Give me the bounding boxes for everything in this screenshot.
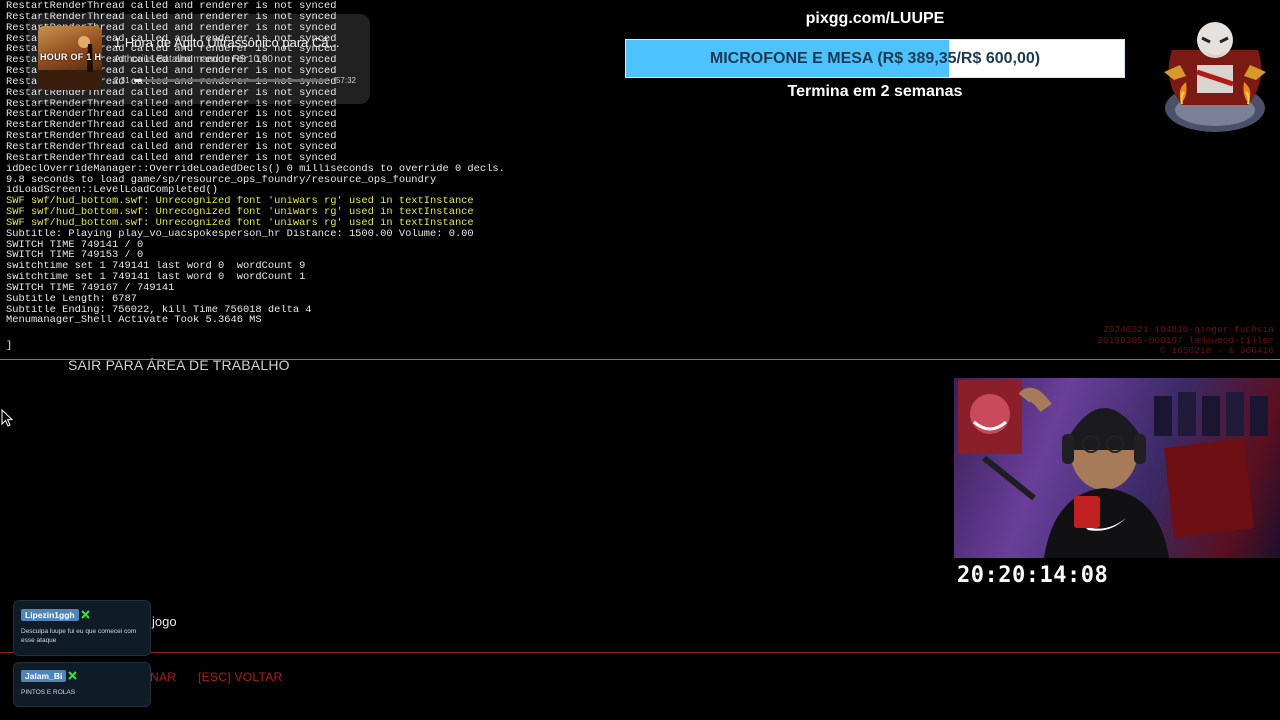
watermark-line: © 1650210 - & 306416	[1159, 345, 1274, 356]
donation-goal-label: MICROFONE E MESA (R$ 389,35/R$ 600,00)	[709, 50, 1041, 67]
chat-trailing-text: jogo	[152, 614, 177, 629]
console-line: RestartRenderThread called and renderer …	[6, 141, 337, 153]
track-remaining: -57:32	[333, 76, 356, 85]
console-line: Subtitle Length: 6787	[6, 293, 137, 305]
donation-subtitle: Arthorius Batalha mandou R$ 10,00	[114, 54, 273, 65]
console-line: RestartRenderThread called and renderer …	[6, 120, 337, 132]
donation-url: pixgg.com/LUUPE	[805, 10, 945, 27]
track-progress-fill	[134, 79, 142, 82]
console-prompt: ]	[6, 340, 13, 352]
chat-message: Jalam_Bi PINTOS E ROLAS	[13, 662, 151, 707]
console-line: switchtime set 1 749141 last word 0 word…	[6, 272, 306, 283]
console-line: SWITCH TIME 749167 / 749141	[6, 282, 175, 294]
album-art: HOUR OF 1 HORA	[38, 26, 102, 90]
track-progress-bar	[134, 79, 326, 82]
console-line: RestartRenderThread called and renderer …	[6, 109, 337, 121]
exit-to-desktop-menu-item[interactable]: SAIR PARA ÁREA DE TRABALHO	[68, 357, 290, 373]
track-elapsed: 2:31	[114, 76, 130, 85]
console-line: idLoadScreen::LevelLoadCompleted()	[6, 185, 219, 197]
console-line: SWF swf/hud_bottom.swf: Unrecognized fon…	[6, 196, 474, 208]
console-line: Menumanager_Shell Activate Took 5.3646 M…	[6, 315, 262, 327]
chat-message: Lipezin1ggh Desculpa luupe fui eu que co…	[13, 600, 151, 656]
console-line: SWF swf/hud_bottom.swf: Unrecognized fon…	[6, 207, 474, 218]
console-line: Subtitle: Playing play_vo_uacspokesperso…	[6, 228, 474, 240]
webcam-streamer-image	[958, 380, 1268, 558]
album-art-text: HOUR OF 1 HORA	[40, 52, 102, 62]
console-line: idDeclOverrideManager::OverrideLoadedDec…	[6, 163, 505, 175]
chat-badge-icon	[81, 610, 90, 619]
console-line: SWITCH TIME 749141 / 0	[6, 239, 144, 251]
console-line: Subtitle Ending: 756022, kill Time 75601…	[6, 304, 312, 316]
webcam-feed	[954, 378, 1280, 558]
footer-select-button[interactable]: NAR	[150, 670, 176, 684]
donation-goal-deadline: Termina em 2 semanas	[787, 83, 963, 100]
mouse-pointer-icon	[1, 409, 13, 427]
track-title: 1 Hora de Apito Ultrassônico para Cã...	[114, 35, 340, 50]
console-line: switchtime set 1 749141 last word 0 word…	[6, 261, 306, 273]
chat-username: Lipezin1ggh	[21, 609, 79, 621]
watermark-line: 20240321-104810-ginger-fuchsia	[1102, 324, 1274, 335]
console-line: RestartRenderThread called and renderer …	[6, 1, 337, 12]
chat-username: Jalam_Bi	[21, 670, 67, 682]
stream-clock: 20:20:14:08	[957, 563, 1109, 588]
console-line: SWF swf/hud_bottom.swf: Unrecognized fon…	[6, 217, 474, 229]
now-playing-card: HOUR OF 1 HORA 1 Hora de Apito Ultrassôn…	[28, 14, 370, 104]
chat-message-text: PINTOS E ROLAS	[21, 689, 76, 696]
chat-badge-icon	[68, 671, 77, 680]
console-line: 9.8 seconds to load game/sp/resource_ops…	[6, 174, 437, 186]
build-watermark: 20240321-104810-ginger-fuchsia 20190305-0…	[1097, 324, 1274, 357]
console-line: RestartRenderThread called and renderer …	[6, 152, 337, 164]
donation-goal-bar: MICROFONE E MESA (R$ 389,35/R$ 600,00)	[625, 39, 1125, 78]
console-line: SWITCH TIME 749153 / 0	[6, 250, 144, 262]
kratos-mascot-icon	[1164, 22, 1266, 132]
menu-bottom-divider	[0, 652, 1280, 653]
footer-back-button[interactable]: [ESC] VOLTAR	[198, 670, 283, 684]
console-line: RestartRenderThread called and renderer …	[6, 131, 337, 142]
chat-message-text: Desculpa luupe fui eu que comecei com es…	[21, 628, 137, 644]
